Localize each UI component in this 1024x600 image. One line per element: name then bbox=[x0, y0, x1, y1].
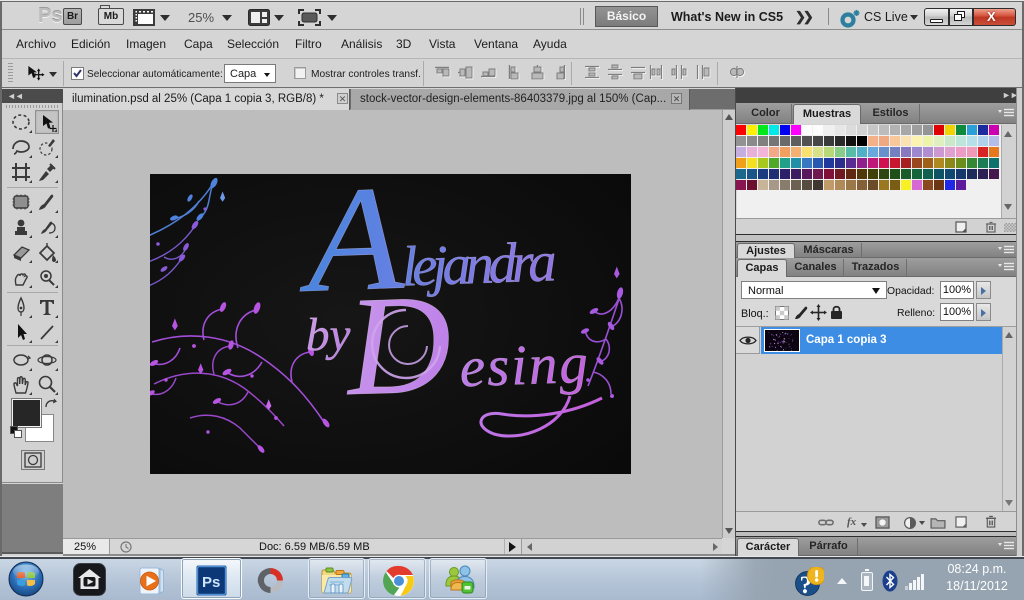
svg-text:Ps: Ps bbox=[202, 574, 220, 591]
svg-text:D: D bbox=[342, 264, 453, 426]
svg-text:esing: esing bbox=[459, 332, 589, 399]
svg-text:by: by bbox=[306, 309, 351, 361]
